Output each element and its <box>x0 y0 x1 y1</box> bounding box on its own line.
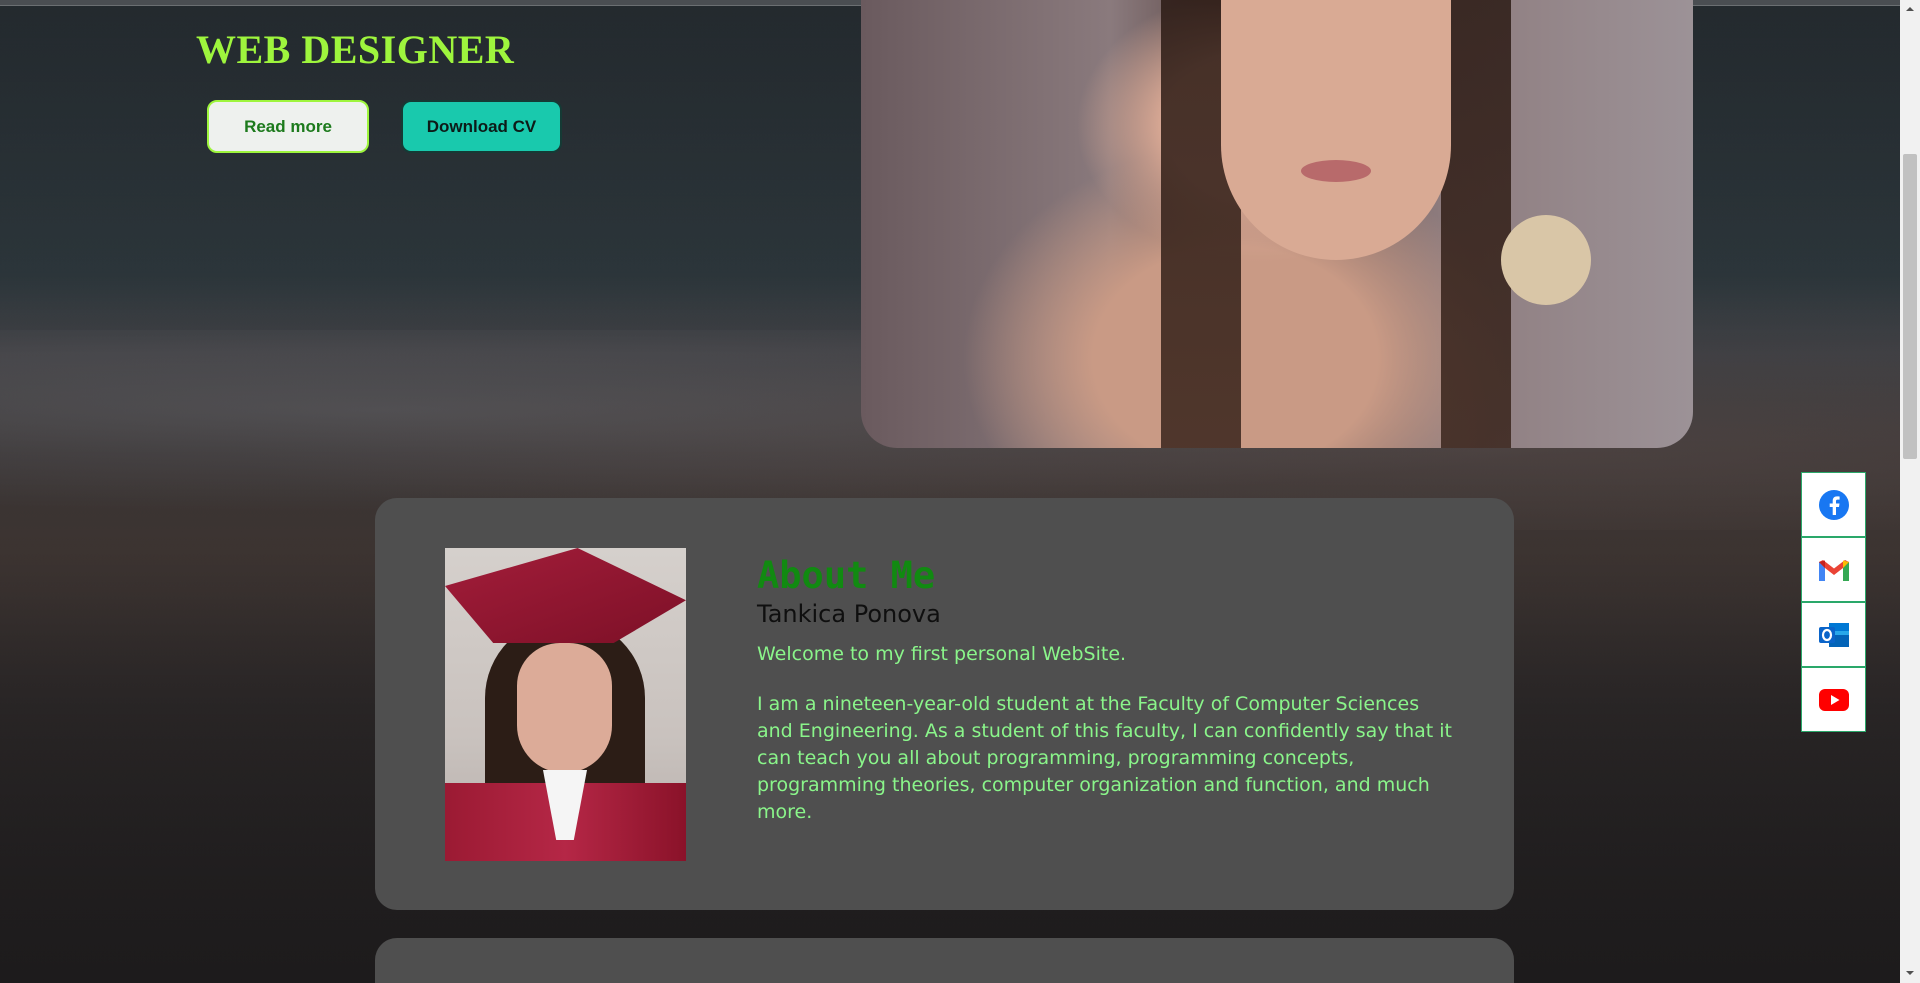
about-welcome-text: Welcome to my first personal WebSite. <box>757 643 1127 665</box>
about-name: Tankica Ponova <box>757 600 941 628</box>
about-title: About Me <box>757 554 936 597</box>
page-scrollbar[interactable] <box>1900 0 1920 983</box>
gmail-icon <box>1818 559 1849 581</box>
gmail-link[interactable] <box>1801 537 1866 602</box>
youtube-link[interactable] <box>1801 667 1866 732</box>
scrollbar-thumb[interactable] <box>1903 154 1917 459</box>
social-sidebar <box>1801 472 1866 732</box>
photo-hair-right <box>1441 0 1511 448</box>
outlook-link[interactable] <box>1801 602 1866 667</box>
facebook-icon <box>1818 489 1849 520</box>
youtube-icon <box>1818 688 1849 711</box>
graduation-photo <box>445 548 686 861</box>
photo-face <box>1221 0 1451 260</box>
download-cv-button[interactable]: Download CV <box>401 100 562 153</box>
photo-teddy-bear <box>1501 215 1591 305</box>
next-section-card <box>375 938 1514 983</box>
grad-photo-cap <box>445 548 686 643</box>
outlook-icon <box>1818 622 1849 647</box>
hero-portrait-photo <box>861 0 1693 448</box>
scroll-up-arrow-icon[interactable] <box>1905 4 1915 14</box>
facebook-link[interactable] <box>1801 472 1866 537</box>
about-card: About Me Tankica Ponova Welcome to my fi… <box>375 498 1514 910</box>
about-bio-text: I am a nineteen-year-old student at the … <box>757 693 1452 823</box>
photo-lips <box>1301 160 1371 182</box>
grad-photo-face <box>517 643 612 773</box>
hero-title: WEB DESIGNER <box>196 27 515 72</box>
read-more-button[interactable]: Read more <box>207 100 369 153</box>
scroll-down-arrow-icon[interactable] <box>1905 968 1915 978</box>
